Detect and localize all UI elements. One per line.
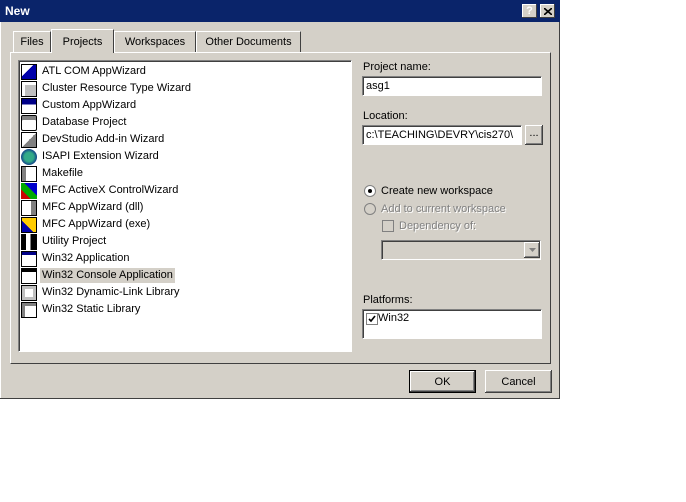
console-icon: [21, 267, 37, 284]
location-label: Location:: [363, 110, 408, 122]
project-name-label: Project name:: [363, 61, 431, 73]
custom-wizard-icon: [21, 97, 37, 114]
cancel-label: Cancel: [501, 375, 536, 388]
checkmark-icon: [368, 315, 376, 323]
ok-label: OK: [434, 375, 451, 388]
list-item[interactable]: Win32 Static Library: [21, 301, 142, 318]
list-item-label: MFC AppWizard (dll): [42, 201, 144, 213]
globe-icon: [21, 148, 37, 165]
dependency-dropdown[interactable]: [381, 240, 541, 260]
tab-projects-label: Projects: [62, 35, 103, 48]
list-item-label: Custom AppWizard: [42, 99, 137, 111]
ok-button[interactable]: OK: [409, 370, 476, 393]
project-name-value: asg1: [366, 80, 390, 92]
database-icon: [21, 114, 37, 131]
help-button[interactable]: ?: [522, 4, 537, 18]
list-item[interactable]: Cluster Resource Type Wizard: [21, 80, 193, 97]
list-item[interactable]: Makefile: [21, 165, 85, 182]
list-item-label: Database Project: [42, 116, 127, 128]
tab-files-label: Files: [20, 36, 44, 48]
tab-other-documents-label: Other Documents: [205, 36, 292, 48]
browse-button[interactable]: ...: [525, 125, 543, 145]
add-to-current-workspace-label: Add to current workspace: [381, 203, 506, 215]
static-lib-icon: [21, 301, 37, 318]
list-item[interactable]: ISAPI Extension Wizard: [21, 148, 161, 165]
list-item-label: MFC AppWizard (exe): [42, 218, 151, 230]
list-item-label: DevStudio Add-in Wizard: [42, 133, 165, 145]
list-item-label: Makefile: [42, 167, 83, 179]
dll-icon: [21, 284, 37, 301]
dependency-dropdown-button[interactable]: [524, 242, 540, 258]
platform-win32-checkbox[interactable]: [366, 313, 378, 325]
list-item-label: Win32 Dynamic-Link Library: [42, 286, 180, 298]
list-item[interactable]: Database Project: [21, 114, 128, 131]
platform-win32-label: Win32: [378, 312, 410, 324]
mfc-dll-icon: [21, 199, 37, 216]
add-to-current-workspace-radio[interactable]: [364, 203, 376, 215]
close-button[interactable]: [540, 4, 555, 18]
list-item[interactable]: Win32 Dynamic-Link Library: [21, 284, 182, 301]
list-item-label: Cluster Resource Type Wizard: [42, 82, 191, 94]
browse-label: ...: [529, 127, 539, 139]
dependency-checkbox[interactable]: [382, 220, 394, 232]
list-item[interactable]: Utility Project: [21, 233, 108, 250]
project-type-list[interactable]: ATL COM AppWizard Cluster Resource Type W…: [18, 60, 352, 352]
list-item[interactable]: MFC AppWizard (exe): [21, 216, 152, 233]
list-item-label: ISAPI Extension Wizard: [42, 150, 159, 162]
activex-icon: [21, 182, 37, 199]
chevron-down-icon: [528, 248, 536, 252]
list-item-label: MFC ActiveX ControlWizard: [42, 184, 179, 196]
tab-workspaces-label: Workspaces: [124, 36, 186, 48]
list-item[interactable]: ATL COM AppWizard: [21, 63, 148, 80]
create-new-workspace-label: Create new workspace: [381, 185, 493, 197]
close-x-icon: [543, 7, 552, 15]
cancel-button[interactable]: Cancel: [485, 370, 552, 393]
list-item-label: Win32 Static Library: [42, 303, 141, 315]
tab-workspaces[interactable]: Workspaces: [114, 31, 196, 52]
list-item-label: Win32 Application: [42, 252, 130, 264]
cluster-icon: [21, 80, 37, 97]
mfc-exe-icon: [21, 216, 37, 233]
list-item[interactable]: MFC ActiveX ControlWizard: [21, 182, 180, 199]
list-item[interactable]: Win32 Application: [21, 250, 131, 267]
makefile-icon: [21, 165, 37, 182]
list-item[interactable]: DevStudio Add-in Wizard: [21, 131, 166, 148]
tab-files[interactable]: Files: [13, 31, 51, 52]
utility-icon: [21, 233, 37, 250]
tab-other-documents[interactable]: Other Documents: [196, 31, 301, 52]
dependency-label: Dependency of:: [399, 220, 477, 232]
location-input[interactable]: c:\TEACHING\DEVRY\cis270\: [362, 125, 522, 145]
new-dialog: New ? Files Projects Workspaces Other Do…: [0, 0, 560, 399]
list-item-label: Utility Project: [42, 235, 107, 247]
list-item[interactable]: MFC AppWizard (dll): [21, 199, 145, 216]
dialog-title: New: [5, 4, 30, 18]
title-bar[interactable]: New ?: [0, 0, 560, 22]
platforms-label: Platforms:: [363, 294, 413, 306]
create-new-workspace-radio[interactable]: [364, 185, 376, 197]
addin-icon: [21, 131, 37, 148]
list-item-label: Win32 Console Application: [40, 268, 175, 283]
location-value: c:\TEACHING\DEVRY\cis270\: [366, 129, 514, 141]
list-item-label: ATL COM AppWizard: [42, 65, 146, 77]
win32-app-icon: [21, 250, 37, 267]
help-icon: ?: [526, 5, 533, 17]
list-item[interactable]: Custom AppWizard: [21, 97, 138, 114]
tab-projects[interactable]: Projects: [51, 29, 114, 53]
list-item[interactable]: Win32 Console Application: [21, 267, 175, 284]
project-name-input[interactable]: asg1: [362, 76, 542, 96]
platforms-list: Win32: [362, 309, 542, 339]
atl-icon: [21, 63, 37, 80]
